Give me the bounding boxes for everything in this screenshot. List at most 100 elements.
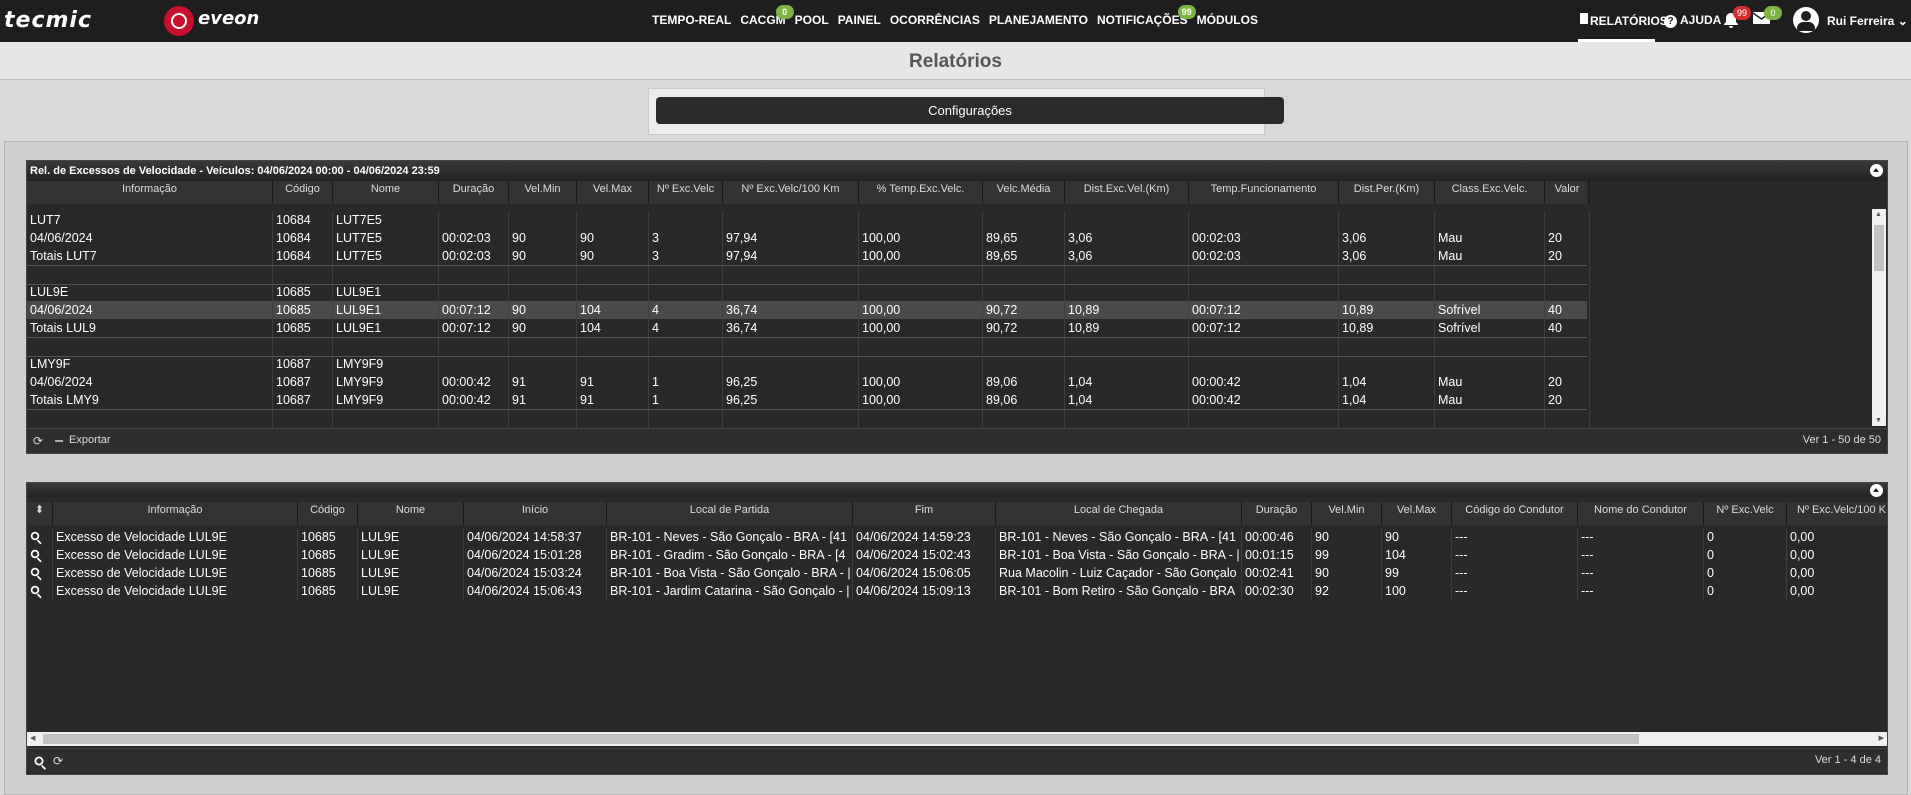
column-header[interactable]: Vel.Max bbox=[577, 181, 649, 204]
column-header[interactable]: Código bbox=[298, 502, 358, 525]
group-separator-row[interactable] bbox=[27, 337, 1590, 357]
scroll-down-icon[interactable]: ▼ bbox=[1875, 417, 1882, 424]
nav-item-m-dulos[interactable]: MÓDULOS bbox=[1197, 13, 1258, 27]
scrollbar-thumb[interactable] bbox=[43, 734, 1639, 744]
table-row[interactable]: Excesso de Velocidade LUL9E 10685 LUL9E 04/… bbox=[27, 528, 1887, 546]
table-row[interactable]: LUT7 10684 LUT7E5 bbox=[27, 211, 1590, 229]
column-header[interactable]: Nº Exc.Velc bbox=[649, 181, 723, 204]
table-cell: 10,89 bbox=[1339, 319, 1435, 337]
table-row[interactable]: 04/06/2024 10687 LMY9F9 00:00:42 91 91 1 96,25 1… bbox=[27, 373, 1590, 391]
table-row[interactable]: Totais LMY9 10687 LMY9F9 00:00:42 91 91 1 96,25… bbox=[27, 391, 1590, 409]
table-row[interactable]: Excesso de Velocidade LUL9E 10685 LUL9E 04/… bbox=[27, 564, 1887, 582]
table-cell bbox=[649, 338, 723, 356]
column-header[interactable]: Vel.Min bbox=[1312, 502, 1382, 525]
nav-item-label: PAINEL bbox=[837, 13, 881, 27]
table-row[interactable]: Excesso de Velocidade LUL9E 10685 LUL9E 04/… bbox=[27, 582, 1887, 600]
export-icon[interactable] bbox=[55, 440, 63, 442]
group-separator-row[interactable] bbox=[27, 409, 1590, 429]
nav-relatorios[interactable]: RELATÓRIOS bbox=[1578, 0, 1668, 42]
top-bar: tecmic eveon TEMPO-REAL CACGM 0 POOL PAINEL O… bbox=[0, 0, 1911, 42]
table-cell bbox=[1435, 355, 1545, 373]
table-row[interactable]: Totais LUT7 10684 LUT7E5 00:02:03 90 90 3 97,94… bbox=[27, 247, 1590, 265]
nav-item-tempo-real[interactable]: TEMPO-REAL bbox=[652, 13, 731, 27]
column-header[interactable]: Nº Exc.Velc/100 Km bbox=[723, 181, 859, 204]
table-row[interactable]: 04/06/2024 10685 LUL9E1 00:07:12 90 104 4 36,74… bbox=[27, 301, 1590, 319]
table-cell: BR-101 - Bom Retiro - São Gonçalo - BRA bbox=[996, 582, 1242, 600]
table-cell: 89,06 bbox=[983, 391, 1065, 409]
column-header[interactable]: Duração bbox=[439, 181, 509, 204]
main-nav: TEMPO-REAL CACGM 0 POOL PAINEL OCORRÊNCIAS PLA… bbox=[652, 5, 1267, 27]
details-search-icon[interactable] bbox=[27, 528, 53, 546]
column-header[interactable]: Nome bbox=[333, 181, 439, 204]
scroll-up-icon[interactable]: ▲ bbox=[1875, 211, 1882, 218]
table-row[interactable]: LUL9E 10685 LUL9E1 bbox=[27, 283, 1590, 301]
column-header[interactable]: Código bbox=[273, 181, 333, 204]
column-header[interactable]: Nome do Condutor bbox=[1578, 502, 1704, 525]
column-header[interactable]: Local de Chegada bbox=[996, 502, 1242, 525]
column-header[interactable]: Nome bbox=[358, 502, 464, 525]
table-cell: Excesso de Velocidade LUL9E bbox=[53, 528, 298, 546]
scrollbar-thumb[interactable] bbox=[1874, 225, 1884, 271]
messages-mail-icon[interactable]: 0 bbox=[1752, 6, 1782, 29]
column-header[interactable]: Código do Condutor bbox=[1452, 502, 1578, 525]
table-row[interactable]: Totais LUL9 10685 LUL9E1 00:07:12 90 104 4 36,7… bbox=[27, 319, 1590, 337]
refresh-icon[interactable]: ⟳ bbox=[33, 434, 43, 448]
table-cell: 104 bbox=[577, 301, 649, 319]
details-search-icon[interactable] bbox=[27, 546, 53, 564]
details-search-icon[interactable] bbox=[27, 564, 53, 582]
collapse-grid-icon[interactable] bbox=[1870, 484, 1883, 497]
tecmic-logo[interactable]: tecmic bbox=[4, 8, 92, 33]
nav-item-cacgm[interactable]: CACGM 0 bbox=[740, 5, 794, 27]
column-header[interactable]: Vel.Max bbox=[1382, 502, 1452, 525]
column-header[interactable]: Class.Exc.Velc. bbox=[1435, 181, 1545, 204]
column-header[interactable]: Vel.Min bbox=[509, 181, 577, 204]
column-header[interactable]: Informação bbox=[53, 502, 298, 525]
details-search-icon[interactable] bbox=[27, 582, 53, 600]
column-header[interactable]: Local de Partida bbox=[607, 502, 853, 525]
table-cell: LUL9E bbox=[358, 528, 464, 546]
vertical-scrollbar[interactable]: ▲ ▼ bbox=[1872, 209, 1886, 426]
search-icon[interactable] bbox=[34, 756, 44, 766]
group-separator-row[interactable] bbox=[27, 265, 1590, 285]
configuracoes-button[interactable]: Configurações bbox=[656, 97, 1284, 124]
table-row[interactable]: Excesso de Velocidade LUL9E 10685 LUL9E 04/… bbox=[27, 546, 1887, 564]
table-cell bbox=[1065, 338, 1189, 356]
table-row[interactable]: 04/06/2024 10684 LUT7E5 00:02:03 90 90 3 97,94 1… bbox=[27, 229, 1590, 247]
column-header[interactable]: Fim bbox=[853, 502, 996, 525]
table-cell bbox=[333, 338, 439, 356]
column-header[interactable]: Informação bbox=[27, 181, 273, 204]
column-header[interactable]: Valor bbox=[1545, 181, 1590, 204]
table-row[interactable]: LMY9F 10687 LMY9F9 bbox=[27, 355, 1590, 373]
nav-item-planejamento[interactable]: PLANEJAMENTO bbox=[989, 13, 1088, 27]
table-cell: 10684 bbox=[273, 211, 333, 229]
sort-icon[interactable]: ⬍ bbox=[27, 502, 53, 525]
table-cell bbox=[333, 266, 439, 284]
notifications-bell-icon[interactable]: 99 bbox=[1723, 6, 1751, 33]
column-header[interactable]: Nº Exc.Velc bbox=[1704, 502, 1787, 525]
refresh-icon[interactable]: ⟳ bbox=[53, 754, 63, 768]
nav-item-notifica-es[interactable]: NOTIFICAÇÕES 99 bbox=[1097, 5, 1196, 27]
nav-item-ocorr-ncias[interactable]: OCORRÊNCIAS bbox=[890, 13, 980, 27]
column-header[interactable]: Nº Exc.Velc/100 K bbox=[1787, 502, 1887, 525]
horizontal-scrollbar[interactable]: ◀ ▶ bbox=[27, 732, 1887, 746]
collapse-grid-icon[interactable] bbox=[1870, 164, 1883, 177]
table-cell: 89,65 bbox=[983, 229, 1065, 247]
column-header[interactable]: Velc.Média bbox=[983, 181, 1065, 204]
column-header[interactable]: Início bbox=[464, 502, 607, 525]
column-header[interactable]: % Temp.Exc.Velc. bbox=[859, 181, 983, 204]
table-cell: 04/06/2024 15:01:28 bbox=[464, 546, 607, 564]
table-cell: 3,06 bbox=[1065, 229, 1189, 247]
table-cell: 00:00:42 bbox=[1189, 373, 1339, 391]
scroll-right-icon[interactable]: ▶ bbox=[1879, 734, 1884, 742]
nav-item-pool[interactable]: POOL bbox=[795, 13, 829, 27]
export-button[interactable]: Exportar bbox=[69, 434, 111, 446]
column-header[interactable]: Dist.Per.(Km) bbox=[1339, 181, 1435, 204]
column-header[interactable]: Temp.Funcionamento bbox=[1189, 181, 1339, 204]
scroll-left-icon[interactable]: ◀ bbox=[30, 734, 35, 742]
table-cell bbox=[859, 410, 983, 428]
nav-ajuda[interactable]: ? AJUDA bbox=[1664, 13, 1721, 28]
nav-item-painel[interactable]: PAINEL bbox=[838, 13, 881, 27]
column-header[interactable]: Duração bbox=[1242, 502, 1312, 525]
column-header[interactable]: Dist.Exc.Vel.(Km) bbox=[1065, 181, 1189, 204]
table-cell: 90,72 bbox=[983, 301, 1065, 319]
